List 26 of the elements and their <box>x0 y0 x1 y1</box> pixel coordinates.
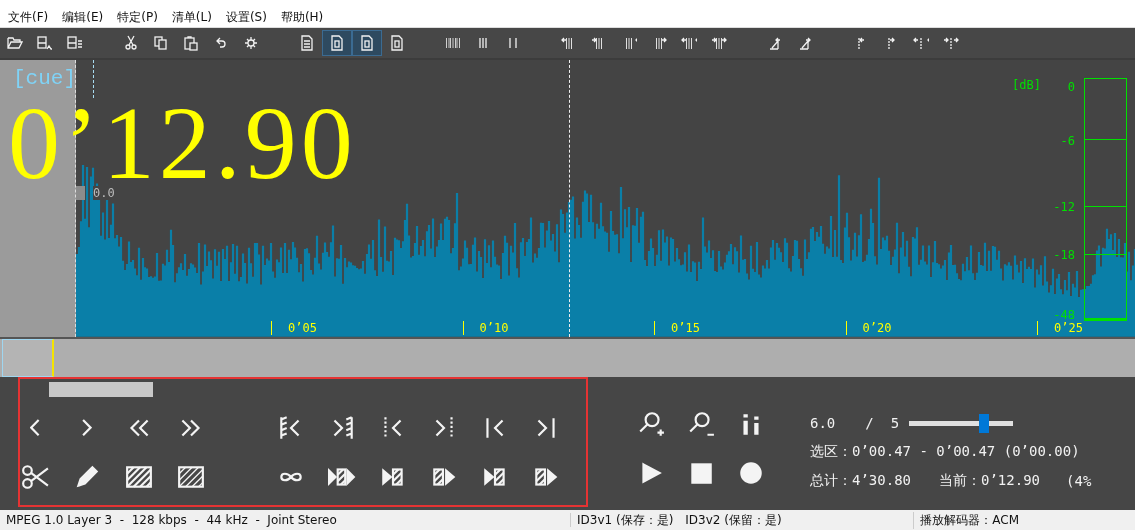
db-unit-label: [dB] <box>1012 78 1041 92</box>
menu-item[interactable]: 帮助(H) <box>280 9 324 26</box>
current-time: 当前：0’12.90 <box>939 472 1041 490</box>
status-text: 播放解码器：ACM <box>919 511 1021 529</box>
db-scale-label: -18 <box>1053 247 1075 264</box>
speed-value: 6.0 <box>810 415 836 431</box>
menu-item[interactable]: 编辑(E) <box>62 9 104 26</box>
menu-item[interactable]: 清单(L) <box>171 9 212 26</box>
total-time: 总计：4’30.80 <box>810 472 911 490</box>
db-scale-label: -48 <box>1053 307 1075 322</box>
separator-slash: / <box>865 415 874 431</box>
cue-label: [cue] <box>13 67 76 90</box>
offset-value: 0.0 <box>93 186 115 200</box>
speed-step: 5 <box>890 415 900 431</box>
progress-percent: (4% <box>1066 473 1092 489</box>
menu-item[interactable]: 设置(S) <box>225 9 267 26</box>
menu-item[interactable]: 文件(F) <box>8 9 49 26</box>
selection-range: 选区：0’00.47 - 0’00.47 (0’00.00) <box>810 443 1080 461</box>
db-scale-label: -6 <box>1060 133 1075 150</box>
status-text: MPEG 1.0 Layer 3 - 128 kbps - 44 kHz - Joint Stereo <box>0 513 571 527</box>
menu-item[interactable]: 特定(P) <box>117 9 158 26</box>
db-scale-label: 0 <box>1067 79 1075 96</box>
status-text: ID3v2 (保留：是) <box>679 511 915 529</box>
position-time: 0’12.90 <box>8 102 357 184</box>
db-scale-label: -12 <box>1053 199 1075 216</box>
status-text: ID3v1 (保存：是) <box>576 511 675 529</box>
